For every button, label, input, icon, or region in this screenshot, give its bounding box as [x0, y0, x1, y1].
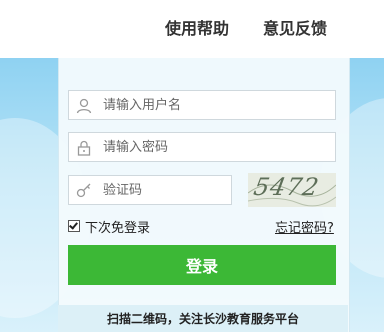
lock-icon [77, 140, 91, 156]
qr-footer-text: 扫描二维码，关注长沙教育服务平台 [106, 312, 299, 326]
password-field[interactable] [68, 132, 336, 162]
remember-checkbox[interactable] [68, 220, 80, 232]
password-input[interactable] [103, 133, 323, 161]
help-link[interactable]: 使用帮助 [165, 15, 229, 39]
forgot-password-link[interactable]: 忘记密码? [275, 217, 334, 236]
captcha-image[interactable]: 5472 [248, 173, 336, 207]
captcha-text: 5472 [251, 173, 322, 201]
qr-footer: 扫描二维码，关注长沙教育服务平台 [58, 305, 348, 332]
remember-label: 下次免登录 [85, 220, 151, 236]
remember-me[interactable]: 下次免登录 [68, 217, 151, 236]
top-navigation: 使用帮助 意见反馈 [0, 0, 384, 58]
login-button[interactable]: 登录 [68, 245, 336, 285]
captcha-field[interactable] [68, 175, 232, 205]
username-field[interactable] [68, 90, 336, 120]
user-icon [76, 98, 92, 114]
feedback-link[interactable]: 意见反馈 [263, 15, 327, 39]
key-icon [76, 183, 91, 198]
username-input[interactable] [103, 91, 323, 119]
captcha-input[interactable] [103, 176, 223, 204]
